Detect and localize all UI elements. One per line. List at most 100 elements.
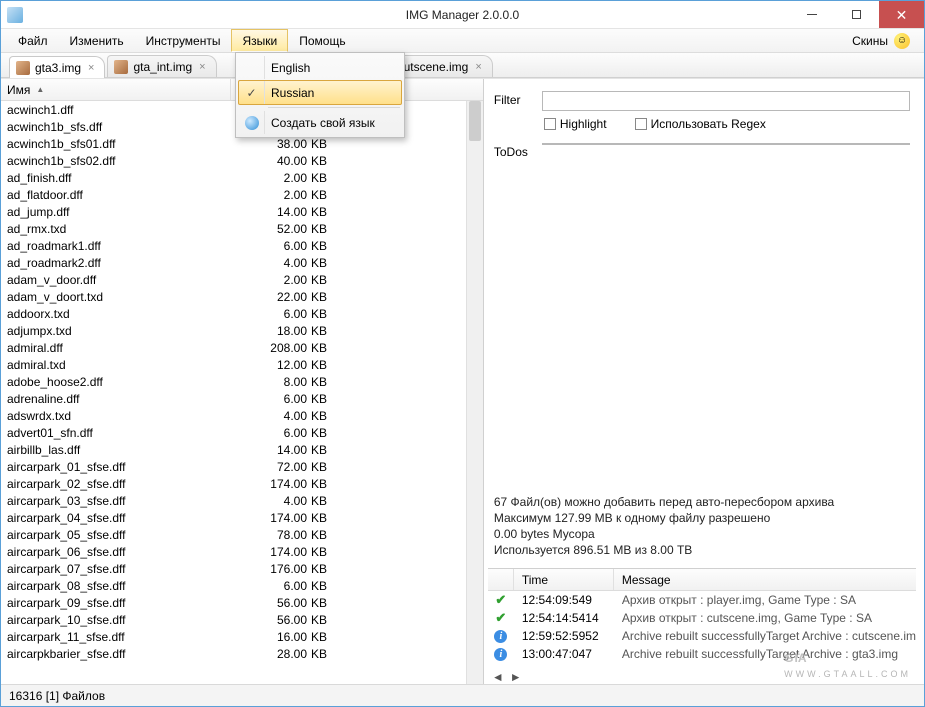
file-size: 6.00: [231, 392, 307, 406]
close-icon[interactable]: ×: [88, 62, 94, 74]
info-line: 67 Файл(ов) можно добавить перед авто-пе…: [494, 494, 910, 510]
file-row[interactable]: aircarpark_07_sfse.dff176.00 KB: [1, 560, 483, 577]
file-row[interactable]: ad_flatdoor.dff2.00 KB: [1, 186, 483, 203]
todos-label: ToDos: [494, 143, 542, 159]
app-icon: [7, 7, 23, 23]
log-row[interactable]: i12:59:52:5952Archive rebuilt successful…: [488, 627, 916, 645]
chevron-left-icon[interactable]: ◄: [492, 670, 504, 684]
log-column-message[interactable]: Message: [614, 569, 916, 590]
file-row[interactable]: ad_jump.dff14.00 KB: [1, 203, 483, 220]
file-row[interactable]: aircarpark_03_sfse.dff4.00 KB: [1, 492, 483, 509]
file-row[interactable]: aircarpark_06_sfse.dff174.00 KB: [1, 543, 483, 560]
file-row[interactable]: adam_v_door.dff2.00 KB: [1, 271, 483, 288]
log-row[interactable]: ✔12:54:14:5414Архив открыт : cutscene.im…: [488, 609, 916, 627]
log-column-time[interactable]: Time: [514, 569, 614, 590]
highlight-label: Highlight: [560, 117, 607, 131]
file-unit: KB: [307, 324, 327, 338]
lang-russian[interactable]: ✓ Russian: [238, 80, 402, 105]
menu-languages[interactable]: Языки: [231, 29, 288, 52]
maximize-button[interactable]: [834, 1, 879, 28]
file-unit: KB: [307, 154, 327, 168]
column-name[interactable]: Имя ▲: [1, 79, 231, 100]
file-row[interactable]: acwinch1b_sfs02.dff40.00 KB: [1, 152, 483, 169]
skins-label: Скины: [852, 34, 888, 48]
file-name: addoorx.txd: [1, 307, 231, 321]
file-name: adam_v_door.dff: [1, 273, 231, 287]
info-line: 0.00 bytes Мусора: [494, 526, 910, 542]
file-row[interactable]: ad_rmx.txd52.00 KB: [1, 220, 483, 237]
todos-input[interactable]: [542, 143, 910, 145]
file-row[interactable]: aircarpark_02_sfse.dff174.00 KB: [1, 475, 483, 492]
vertical-scrollbar[interactable]: [466, 101, 483, 684]
log-row[interactable]: ✔12:54:09:549Архив открыт : player.img, …: [488, 591, 916, 609]
file-row[interactable]: addoorx.txd6.00 KB: [1, 305, 483, 322]
file-list[interactable]: acwinch1.dffacwinch1b_sfs.dff42.00 KBacw…: [1, 101, 483, 684]
file-row[interactable]: admiral.dff208.00 KB: [1, 339, 483, 356]
menu-edit[interactable]: Изменить: [59, 29, 135, 52]
window-title: IMG Manager 2.0.0.0: [406, 8, 519, 22]
close-icon[interactable]: ×: [199, 61, 205, 73]
file-name: acwinch1b_sfs01.dff: [1, 137, 231, 151]
tab-cutscene[interactable]: cutscene.img ×: [391, 55, 493, 77]
file-name: aircarpark_04_sfse.dff: [1, 511, 231, 525]
file-name: aircarpark_10_sfse.dff: [1, 613, 231, 627]
file-unit: KB: [307, 273, 327, 287]
tab-gta-int[interactable]: gta_int.img ×: [107, 55, 216, 77]
file-unit: KB: [307, 392, 327, 406]
file-name: ad_roadmark2.dff: [1, 256, 231, 270]
file-row[interactable]: admiral.txd12.00 KB: [1, 356, 483, 373]
menu-tools[interactable]: Инструменты: [135, 29, 232, 52]
scrollbar-thumb[interactable]: [469, 101, 481, 141]
sort-asc-icon: ▲: [36, 85, 44, 94]
file-row[interactable]: airbillb_las.dff14.00 KB: [1, 441, 483, 458]
file-row[interactable]: adrenaline.dff6.00 KB: [1, 390, 483, 407]
close-button[interactable]: ✕: [879, 1, 924, 28]
file-row[interactable]: aircarpark_09_sfse.dff56.00 KB: [1, 594, 483, 611]
menu-help[interactable]: Помощь: [288, 29, 356, 52]
file-size: 2.00: [231, 273, 307, 287]
file-list-pane: Имя ▲ acwinch1.dffacwinch1b_sfs.dff42.00…: [1, 79, 484, 684]
regex-checkbox[interactable]: Использовать Regex: [635, 117, 766, 131]
file-row[interactable]: aircarpark_05_sfse.dff78.00 KB: [1, 526, 483, 543]
file-row[interactable]: aircarpark_08_sfse.dff6.00 KB: [1, 577, 483, 594]
file-size: 40.00: [231, 154, 307, 168]
file-row[interactable]: aircarpark_11_sfse.dff16.00 KB: [1, 628, 483, 645]
file-row[interactable]: ad_roadmark1.dff6.00 KB: [1, 237, 483, 254]
highlight-checkbox[interactable]: Highlight: [544, 117, 607, 131]
tab-gta3[interactable]: gta3.img ×: [9, 56, 105, 78]
file-size: 56.00: [231, 596, 307, 610]
file-row[interactable]: aircarpkbarier_sfse.dff28.00 KB: [1, 645, 483, 662]
file-row[interactable]: adam_v_doort.txd22.00 KB: [1, 288, 483, 305]
file-size: 72.00: [231, 460, 307, 474]
file-row[interactable]: adswrdx.txd4.00 KB: [1, 407, 483, 424]
file-row[interactable]: adobe_hoose2.dff8.00 KB: [1, 373, 483, 390]
file-row[interactable]: aircarpark_01_sfse.dff72.00 KB: [1, 458, 483, 475]
menu-file[interactable]: Файл: [7, 29, 59, 52]
file-row[interactable]: aircarpark_04_sfse.dff174.00 KB: [1, 509, 483, 526]
file-row[interactable]: aircarpark_10_sfse.dff56.00 KB: [1, 611, 483, 628]
file-unit: KB: [307, 579, 327, 593]
file-row[interactable]: ad_roadmark2.dff4.00 KB: [1, 254, 483, 271]
lang-create[interactable]: Создать свой язык: [238, 110, 402, 135]
file-row[interactable]: advert01_sfn.dff6.00 KB: [1, 424, 483, 441]
minimize-button[interactable]: [789, 1, 834, 28]
file-name: aircarpark_11_sfse.dff: [1, 630, 231, 644]
log-row[interactable]: i13:00:47:047Archive rebuilt successfull…: [488, 645, 916, 663]
file-unit: KB: [307, 307, 327, 321]
lang-english[interactable]: English: [238, 55, 402, 80]
file-size: 16.00: [231, 630, 307, 644]
close-icon[interactable]: ×: [475, 61, 481, 73]
regex-label: Использовать Regex: [651, 117, 766, 131]
filter-input[interactable]: [542, 91, 910, 111]
log-rows[interactable]: ✔12:54:09:549Архив открыт : player.img, …: [488, 591, 916, 684]
log-nav[interactable]: ◄ ►: [492, 670, 522, 684]
file-row[interactable]: ad_finish.dff2.00 KB: [1, 169, 483, 186]
file-size: 6.00: [231, 239, 307, 253]
side-panel: Filter Highlight Использовать Regex: [484, 79, 924, 684]
check-icon: ✓: [246, 86, 256, 100]
chevron-right-icon[interactable]: ►: [510, 670, 522, 684]
log-time: 12:54:14:5414: [514, 611, 614, 625]
file-size: 4.00: [231, 494, 307, 508]
menu-skins[interactable]: Скины ☺: [844, 29, 918, 52]
file-row[interactable]: adjumpx.txd18.00 KB: [1, 322, 483, 339]
